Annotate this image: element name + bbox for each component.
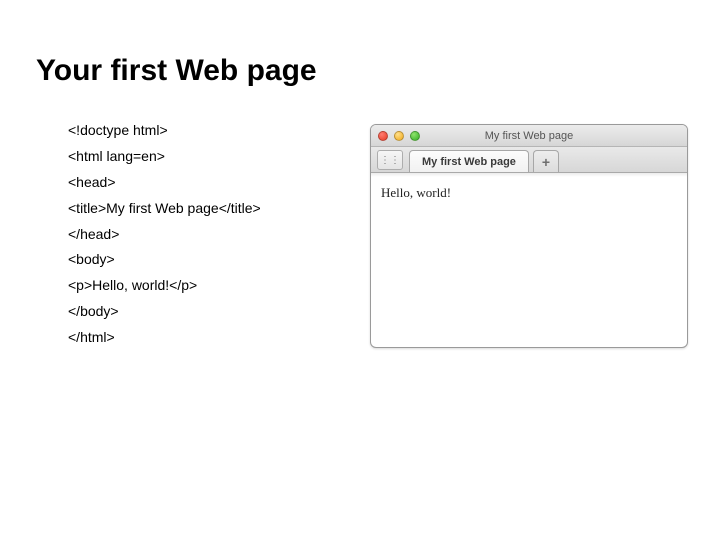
tab-overview-button[interactable]: ⋮⋮ [377, 150, 403, 170]
code-line: <html lang=en> [68, 144, 261, 170]
page-content: Hello, world! [371, 177, 687, 209]
plus-icon: + [542, 154, 550, 170]
maximize-icon[interactable] [410, 131, 420, 141]
code-line: </html> [68, 325, 261, 351]
code-line: <title>My first Web page</title> [68, 196, 261, 222]
code-line: </head> [68, 222, 261, 248]
browser-tab-bar: ⋮⋮ My first Web page + [371, 147, 687, 173]
browser-window: My first Web page ⋮⋮ My first Web page +… [370, 124, 688, 348]
code-line: <p>Hello, world!</p> [68, 273, 261, 299]
page-text: Hello, world! [381, 185, 451, 200]
code-line: <body> [68, 247, 261, 273]
code-line: <head> [68, 170, 261, 196]
minimize-icon[interactable] [394, 131, 404, 141]
code-listing: <!doctype html> <html lang=en> <head> <t… [68, 118, 261, 351]
code-line: <!doctype html> [68, 118, 261, 144]
window-controls [378, 131, 420, 141]
browser-titlebar: My first Web page [371, 125, 687, 147]
tab-label: My first Web page [422, 156, 516, 168]
tab-active[interactable]: My first Web page [409, 150, 529, 172]
close-icon[interactable] [378, 131, 388, 141]
code-line: </body> [68, 299, 261, 325]
new-tab-button[interactable]: + [533, 150, 559, 172]
slide-title: Your first Web page [36, 54, 317, 88]
grid-icon: ⋮⋮ [380, 155, 400, 166]
